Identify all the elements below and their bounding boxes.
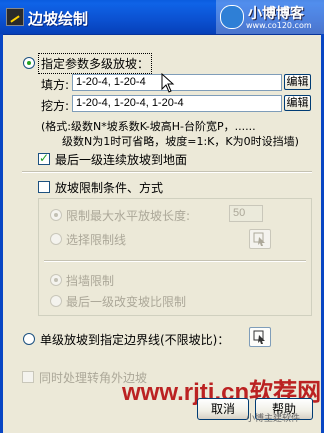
choose-line-pick-button[interactable] (249, 229, 271, 249)
watermark-corner: 小博主建软件 (246, 414, 301, 424)
single-level-pick-button[interactable] (249, 327, 271, 347)
cancel-button[interactable]: 取消 (197, 398, 249, 420)
mouse-cursor-icon (161, 73, 175, 93)
app-icon (6, 8, 24, 26)
fill-label: 填方: (41, 78, 70, 92)
format-hint-line2: 级数N为1时可省略，坡度=1:K，K为0时设挡墙) (62, 135, 299, 148)
window-title: 边坡绘制 (28, 10, 89, 28)
multi-level-label[interactable]: 指定参数多级放坡： (38, 53, 153, 74)
watermark-name: 小博博客 (248, 6, 304, 22)
limits-label[interactable]: 放坡限制条件、方式 (55, 179, 163, 196)
window-frame-left (0, 34, 3, 433)
watermark-url: www.co120.com (246, 21, 312, 30)
simultaneous-checkbox[interactable] (22, 371, 34, 383)
watermark-logo-icon (220, 5, 244, 29)
max-horizontal-input[interactable]: 50 (229, 205, 263, 222)
limits-inner-separator (44, 260, 306, 262)
fill-input[interactable]: 1-20-4, 1-20-4 (72, 74, 282, 91)
retaining-wall-label: 挡墙限制 (66, 274, 115, 288)
format-hint-line1: (格式:级数N*坡系数K-坡高H-台阶宽P，...... (41, 120, 256, 133)
single-level-label[interactable]: 单级放坡到指定边界线(不限坡比)： (40, 331, 229, 348)
choose-line-label: 选择限制线 (66, 233, 127, 247)
last-level-change-radio[interactable] (50, 295, 62, 307)
last-level-change-label: 最后一级改变坡比限制 (66, 295, 187, 309)
max-horizontal-radio[interactable] (50, 209, 62, 221)
cut-edit-button[interactable]: 编辑 (284, 95, 311, 111)
max-horizontal-label: 限制最大水平放坡长度: (66, 209, 191, 223)
separator (22, 171, 312, 173)
cut-label: 挖方: (41, 99, 70, 113)
last-level-checkbox[interactable] (38, 151, 50, 165)
multi-level-radio[interactable] (23, 57, 35, 69)
cut-input[interactable]: 1-20-4, 1-20-4, 1-20-4 (72, 95, 282, 112)
limits-checkbox[interactable] (38, 181, 50, 193)
last-level-label[interactable]: 最后一级连续放坡到地面 (55, 151, 187, 168)
choose-line-radio[interactable] (50, 233, 62, 245)
retaining-wall-radio[interactable] (50, 274, 62, 286)
pick-cursor-icon (253, 330, 265, 344)
pick-cursor-icon (253, 232, 265, 246)
fill-edit-button[interactable]: 编辑 (284, 74, 311, 90)
single-level-radio[interactable] (23, 333, 35, 345)
